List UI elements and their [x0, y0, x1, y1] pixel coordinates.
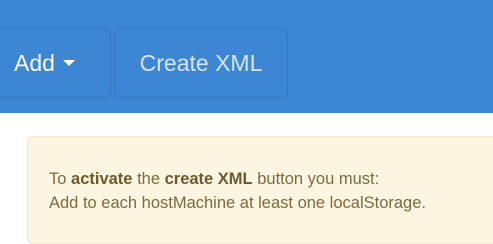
alert-line-2: Add to each hostMachine at least one loc… — [49, 194, 426, 212]
add-dropdown-button[interactable]: Add — [0, 28, 111, 98]
add-button-label: Add — [14, 49, 55, 76]
create-xml-button[interactable]: Create XML — [114, 28, 288, 98]
warning-alert: To activate the create XML button you mu… — [27, 136, 493, 244]
alert-text: the — [132, 170, 165, 188]
create-xml-button-label: Create XML — [139, 49, 263, 76]
alert-bold-create-xml: create XML — [164, 170, 253, 188]
alert-text: button you must: — [252, 170, 380, 188]
alert-bold-activate: activate — [71, 170, 133, 188]
alert-text: To — [49, 170, 72, 188]
navbar: Add Create XML — [0, 0, 493, 113]
alert-line-1: To activate the create XML button you mu… — [49, 167, 493, 191]
caret-down-icon — [62, 60, 75, 66]
navbar-buttons: Add Create XML — [0, 28, 288, 98]
